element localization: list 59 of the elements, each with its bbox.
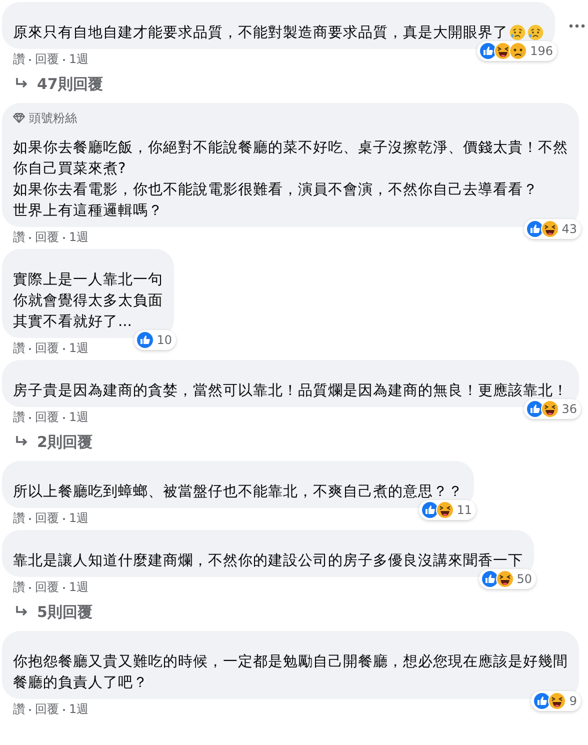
reaction-summary[interactable]: 196 (477, 41, 557, 61)
comment-text: 靠北是讓人知道什麼建商爛，不然你的建設公司的房子多優良沒講來聞香一下 (13, 551, 523, 571)
comment-text: 你就會覺得太多太負面 (13, 291, 163, 311)
laughing-face-icon (496, 570, 514, 588)
comment-action-link[interactable]: 讚 (13, 230, 25, 245)
comment-action-link[interactable]: 讚 (13, 341, 25, 356)
timestamp-link[interactable]: 1週 (69, 410, 89, 425)
comment-text: 所以上餐廳吃到蟑螂、被當盤仔也不能靠北，不爽自己煮的意思？？ (13, 482, 463, 502)
comment-action-link[interactable]: 讚 (13, 52, 25, 67)
comment-action-link[interactable]: 回覆 (35, 410, 59, 425)
reaction-summary[interactable]: 11 (418, 500, 476, 520)
comment-text: 其實不看就好了... (13, 312, 132, 332)
reaction-summary[interactable]: 50 (478, 569, 536, 589)
timestamp-link[interactable]: 1週 (69, 341, 89, 356)
more-options-icon[interactable] (569, 24, 585, 28)
view-replies-link[interactable]: 2則回覆 (37, 433, 92, 451)
reply-arrow-icon (15, 78, 29, 90)
reply-arrow-icon (15, 606, 29, 618)
timestamp-link[interactable]: 1週 (69, 511, 89, 526)
reply-arrow-icon (15, 436, 29, 448)
comment-text: 你抱怨餐廳又貴又難吃的時候，一定都是勉勵自己開餐廳，想必您現在應該是好幾間 (13, 652, 568, 672)
comment-text: 世界上有這種邏輯嗎？ (13, 201, 163, 221)
comment-action-link[interactable]: 回覆 (35, 52, 59, 67)
comment-action-link[interactable]: 回覆 (35, 511, 59, 526)
comment-action-link[interactable]: 讚 (13, 702, 25, 717)
sad-face-icon (509, 42, 528, 60)
fan-badge-label: 頭號粉絲 (29, 111, 77, 125)
timestamp-link[interactable]: 1週 (69, 52, 89, 67)
timestamp-link[interactable]: 1週 (69, 702, 89, 717)
comment-text: 餐廳的負責人了吧？ (13, 673, 148, 693)
worried-face-icon (527, 24, 544, 41)
comment-text: 原來只有自地自建才能要求品質，不能對製造商要求品質，真是大開眼界了 (13, 23, 508, 43)
laughing-face-icon (540, 400, 559, 418)
comment-action-link[interactable]: 讚 (13, 580, 25, 595)
view-replies-link[interactable]: 5則回覆 (37, 603, 92, 621)
comment-action-link[interactable]: 回覆 (35, 230, 59, 245)
reaction-summary[interactable]: 36 (524, 399, 581, 419)
comment-text: 房子貴是因為建商的貪婪，當然可以靠北！品質爛是因為建商的無良！更應該靠北！ (13, 381, 568, 401)
thumbs-up-icon (136, 331, 154, 349)
timestamp-link[interactable]: 1週 (69, 230, 89, 245)
timestamp-link[interactable]: 1週 (69, 580, 89, 595)
reaction-summary[interactable]: 10 (134, 330, 176, 350)
comment-action-link[interactable]: 回覆 (35, 702, 59, 717)
laughing-face-icon (548, 692, 566, 710)
comment-action-link[interactable]: 讚 (13, 410, 25, 425)
comment-text: 你自己買菜來煮? (13, 159, 126, 179)
view-replies-link[interactable]: 47則回覆 (37, 75, 103, 93)
comment-text: 實際上是一人靠北一句 (13, 270, 163, 290)
comment-text: 如果你去餐廳吃飯，你絕對不能說餐廳的菜不好吃、桌子沒擦乾淨、價錢太貴！不然 (13, 138, 568, 158)
laughing-face-icon (436, 501, 454, 519)
comment-action-link[interactable]: 讚 (13, 511, 25, 526)
diamond-icon (13, 113, 25, 123)
comment-action-link[interactable]: 回覆 (35, 341, 59, 356)
comment-action-link[interactable]: 回覆 (35, 580, 59, 595)
reaction-summary[interactable]: 9 (531, 691, 581, 711)
laughing-face-icon (540, 220, 559, 238)
comment-text: 如果你去看電影，你也不能說電影很難看，演員不會演，不然你自己去導看看？ (13, 180, 538, 200)
worried-face-icon (509, 24, 526, 41)
reaction-summary[interactable]: 43 (524, 219, 581, 239)
